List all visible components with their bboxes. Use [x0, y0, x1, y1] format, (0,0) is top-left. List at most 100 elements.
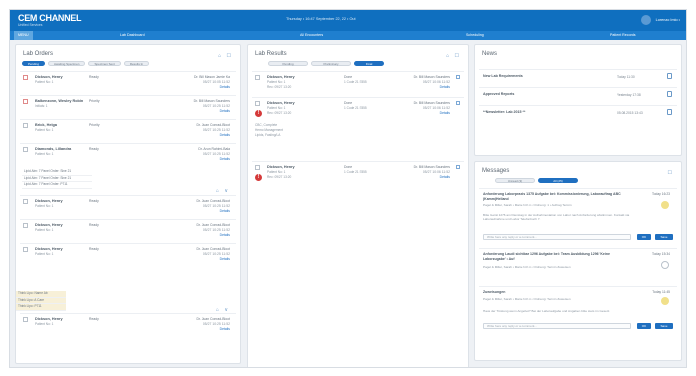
tab-patient-records[interactable]: Patient Records [610, 31, 636, 40]
reply-input[interactable]: Write here any reply or a comment... [483, 323, 631, 329]
filter-chip[interactable]: Specimen Sent [88, 61, 121, 66]
row-checkbox[interactable] [23, 123, 28, 128]
message-item[interactable]: Zuweisungen Today 11:45 Pagel & Miller, … [479, 286, 677, 334]
table-row[interactable]: ! Dickson, Henry Patient No: 1 Rec: 09/2… [252, 161, 464, 189]
details-link[interactable]: Details [196, 327, 230, 332]
message-item[interactable]: Anforderung Laborpraxis 1375 Aufgabe bei… [479, 188, 677, 246]
messages-toolbar-icon[interactable]: ☐ [668, 170, 674, 176]
news-headline[interactable]: New Lab Requirements [483, 74, 523, 78]
patient-id: Patient No: 1 [35, 80, 54, 84]
table-row[interactable]: Dickson, Henry Patient No: 1 Ready Dr. J… [20, 195, 236, 217]
filter-chip[interactable]: Awaiting Specimen [48, 61, 86, 66]
critical-alert-icon[interactable]: ! [255, 110, 262, 117]
news-item[interactable]: Approved Reports Yesterday 17:38 [479, 87, 677, 101]
lab-orders-toolbar-icons[interactable]: ⌂ ☐ [218, 53, 233, 59]
lab-orders-panel: Lab Orders ⌂ ☐ Pending Awaiting Specimen… [15, 44, 241, 364]
patient-name[interactable]: Dickson, Henry [35, 75, 63, 79]
news-item[interactable]: **Newsletter: Lab 2015 ** 05.08.2015 13:… [479, 105, 677, 119]
patient-name[interactable]: Dickson, Henry [35, 317, 63, 321]
reply-input[interactable]: Write here any reply or a comment... [483, 234, 631, 240]
report-icon[interactable] [456, 165, 460, 169]
filter-chip[interactable]: Final [354, 61, 384, 66]
patient-name[interactable]: Dickson, Henry [267, 165, 295, 169]
report-icon[interactable] [456, 75, 460, 79]
app-logo[interactable]: CEM CHANNEL [18, 13, 82, 23]
document-icon[interactable] [667, 91, 672, 97]
row-checkbox[interactable] [23, 99, 28, 104]
row-checkbox[interactable] [23, 223, 28, 228]
save-button[interactable]: Save [655, 323, 673, 329]
tab-all-encounters[interactable]: All Encounters [300, 31, 323, 40]
row-checkbox[interactable] [23, 247, 28, 252]
details-link[interactable]: Details [194, 109, 230, 114]
details-link[interactable]: Details [196, 133, 230, 138]
result-meta: Dr. Bill Mason Saunders 05/27 10:06 11:5… [414, 75, 450, 90]
row-checkbox[interactable] [255, 165, 260, 170]
details-link[interactable]: Details [196, 233, 230, 238]
table-row[interactable]: Dickson, Henry Patient No: 1 Ready Dr. J… [20, 313, 236, 335]
message-subject[interactable]: Anforderung Laudi sichtbar 1296 Aufgabe … [483, 252, 633, 261]
table-row[interactable]: Dickson, Henry Patient No: 1 Ready Dr. J… [20, 219, 236, 241]
details-link[interactable]: Details [196, 257, 230, 262]
row-checkbox[interactable] [23, 147, 28, 152]
group-actions-icons[interactable]: ⌂ ∨ [216, 188, 230, 194]
lab-results-toolbar-icons[interactable]: ⌂ ☐ [446, 53, 461, 59]
group-item[interactable]: Lipid Alm: 7 Panel Order: P711 [22, 182, 92, 189]
table-row[interactable]: Brick, Helga Patient No: 1 Priority Dr. … [20, 119, 236, 141]
news-item[interactable]: New Lab Requirements Today 11:30 [479, 69, 677, 83]
table-row[interactable]: Dickson, Henry Patient No: 1 Rec: 09/27 … [252, 71, 464, 95]
details-link[interactable]: Details [414, 111, 450, 116]
row-checkbox[interactable] [255, 101, 260, 106]
avatar[interactable] [640, 15, 651, 25]
document-icon[interactable] [667, 73, 672, 79]
details-link[interactable]: Details [196, 209, 230, 214]
filter-chip[interactable]: Results In [123, 61, 150, 66]
news-headline[interactable]: **Newsletter: Lab 2015 ** [483, 110, 525, 114]
ok-button[interactable]: OK [637, 234, 651, 240]
save-button[interactable]: Save [655, 234, 673, 240]
table-row[interactable]: ! Dickson, Henry Patient No: 1 Rec: 09/2… [252, 97, 464, 157]
report-icon[interactable] [456, 101, 460, 105]
filter-chip[interactable]: Unread (3) [495, 178, 535, 183]
details-link[interactable]: Details [414, 85, 450, 90]
patient-name[interactable]: Dickson, Henry [35, 199, 63, 203]
group-item[interactable]: Think Lipo: P711 [16, 304, 66, 311]
row-checkbox[interactable] [23, 75, 28, 80]
document-icon[interactable] [667, 109, 672, 115]
tab-menu[interactable]: MENU [14, 31, 33, 40]
filter-chip[interactable]: All (25) [538, 178, 578, 183]
tab-scheduling[interactable]: Scheduling [466, 31, 484, 40]
filter-chip[interactable]: Pending [22, 61, 46, 66]
message-item[interactable]: Anforderung Laudi sichtbar 1296 Aufgabe … [479, 248, 677, 284]
table-row[interactable]: Balkenzonn, Wesley Robin Initials: 1 Pri… [20, 95, 236, 117]
patient-name[interactable]: Diamonds, Lillandra [35, 147, 71, 151]
patient-name[interactable]: Balkenzonn, Wesley Robin [35, 99, 83, 103]
details-link[interactable]: Details [414, 175, 450, 180]
news-headline[interactable]: Approved Reports [483, 92, 514, 96]
message-subject[interactable]: Zuweisungen [483, 290, 633, 295]
test-name: Hemo Management [255, 128, 283, 132]
critical-alert-icon[interactable]: ! [255, 174, 262, 181]
user-name[interactable]: Lorenzo Imio • [656, 18, 680, 22]
patient-name[interactable]: Dickson, Henry [35, 247, 63, 251]
table-row[interactable]: Dickson, Henry Patient No: 1 Ready Dr. B… [20, 71, 236, 93]
message-subject[interactable]: Anforderung Laborpraxis 1375 Aufgabe bei… [483, 192, 633, 201]
details-link[interactable]: Details [198, 157, 230, 162]
row-checkbox[interactable] [255, 75, 260, 80]
filter-chip[interactable]: Pending [268, 61, 308, 66]
user-menu[interactable]: Lorenzo Imio • [640, 15, 680, 25]
patient-name[interactable]: Dickson, Henry [267, 101, 295, 105]
message-date: Today 16:23 [652, 192, 670, 196]
patient-name[interactable]: Dickson, Henry [35, 223, 63, 227]
order-meta: Dr. Bill Mason Jamie Ka 05/27 10:05 11:5… [194, 75, 230, 90]
table-row[interactable]: Dickson, Henry Patient No: 1 Ready Dr. J… [20, 243, 236, 265]
table-row[interactable]: Diamonds, Lillandra Patient No: 1 Ready … [20, 143, 236, 165]
ok-button[interactable]: OK [637, 323, 651, 329]
tab-lab-dashboard[interactable]: Lab Dashboard [120, 31, 145, 40]
patient-name[interactable]: Brick, Helga [35, 123, 57, 127]
patient-name[interactable]: Dickson, Henry [267, 75, 295, 79]
row-checkbox[interactable] [23, 199, 28, 204]
filter-chip[interactable]: Preliminary [311, 61, 351, 66]
details-link[interactable]: Details [194, 85, 230, 90]
row-checkbox[interactable] [23, 317, 28, 322]
